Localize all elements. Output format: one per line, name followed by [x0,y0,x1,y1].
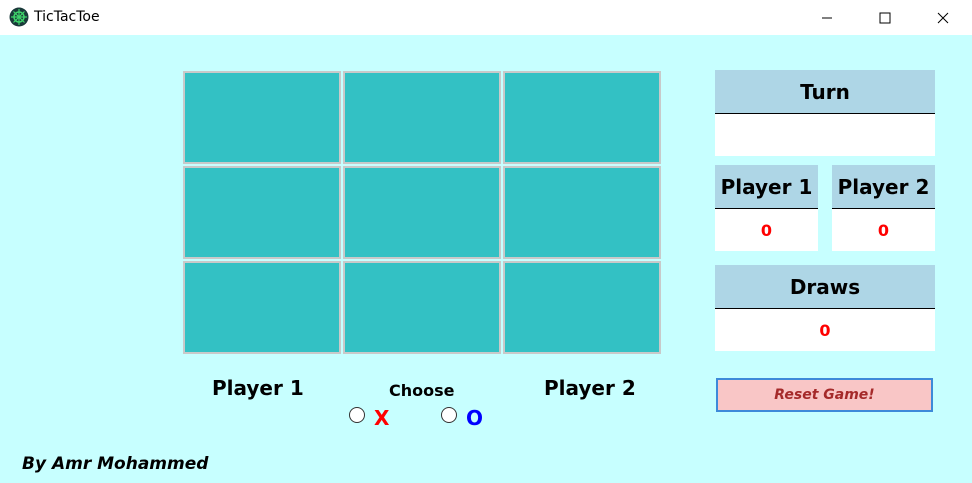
player1-label: Player 1 [212,376,304,400]
board-cell-9[interactable] [503,261,661,354]
choose-o-radio[interactable] [441,407,457,423]
choose-x-radio[interactable] [349,407,365,423]
player1-score: 0 [715,209,818,251]
title-bar: TicTacToe [0,0,972,35]
choose-label: Choose [389,381,455,400]
game-board [183,71,662,355]
turn-header: Turn [715,70,935,114]
board-cell-1[interactable] [183,71,341,164]
minimize-icon [822,17,832,18]
draws-value: 0 [715,309,935,351]
turn-value [715,114,935,156]
player2-label: Player 2 [544,376,636,400]
draws-header: Draws [715,265,935,309]
player2-score-header: Player 2 [832,165,935,209]
x-option-label[interactable]: X [374,406,389,430]
minimize-button[interactable] [798,0,856,35]
player1-score-header: Player 1 [715,165,818,209]
maximize-icon [879,12,891,23]
player2-score: 0 [832,209,935,251]
board-cell-8[interactable] [343,261,501,354]
reset-game-button[interactable]: Reset Game! [716,378,933,412]
close-button[interactable] [914,0,972,35]
board-cell-3[interactable] [503,71,661,164]
board-cell-7[interactable] [183,261,341,354]
o-option-label[interactable]: O [466,406,483,430]
maximize-button[interactable] [856,0,914,35]
board-cell-2[interactable] [343,71,501,164]
close-icon [937,12,949,23]
app-icon [9,7,29,27]
board-cell-5[interactable] [343,166,501,259]
author-credit: By Amr Mohammed [22,454,209,474]
window-title: TicTacToe [34,9,100,25]
board-cell-6[interactable] [503,166,661,259]
board-cell-4[interactable] [183,166,341,259]
